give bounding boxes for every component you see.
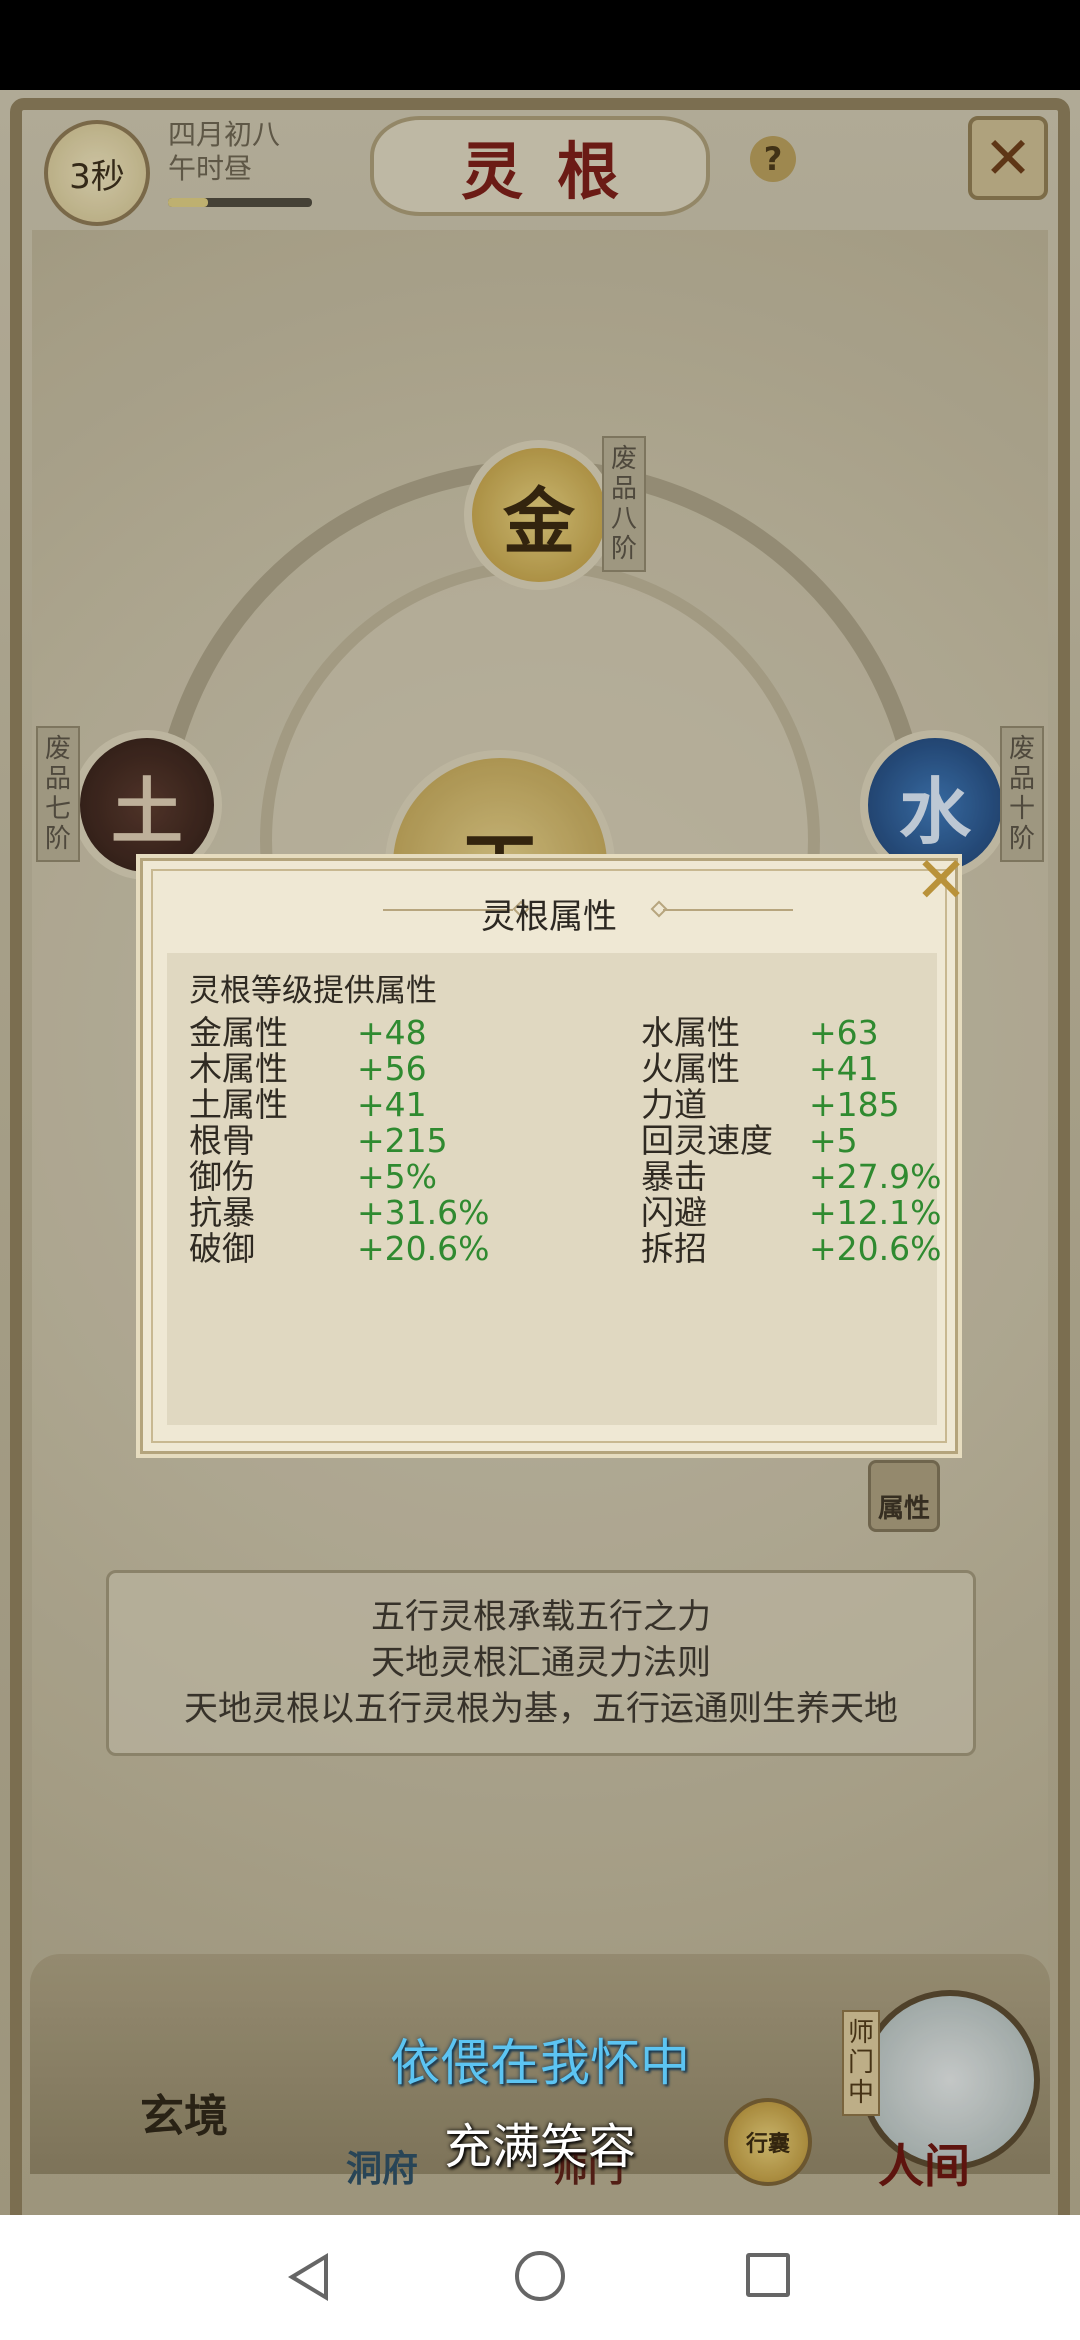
root-attributes-modal: 灵根属性 ✕ 灵根等级提供属性 金属性 +48 木属性 +56 土属性 +41 根骨 +215… <box>140 849 968 1454</box>
modal-close-button[interactable]: ✕ <box>911 849 971 913</box>
stats-heading: 灵根等级提供属性 <box>189 973 437 1009</box>
back-icon[interactable] <box>288 2253 328 2301</box>
stat-row: 破御 +20.6% <box>189 1227 519 1271</box>
close-icon: ✕ <box>914 844 968 918</box>
stat-value: +20.6% <box>357 1229 490 1268</box>
title-ornament-right <box>663 909 793 911</box>
subtitle-line-2: 充满笑容 <box>443 2119 636 2175</box>
stat-label: 破御 <box>189 1229 255 1268</box>
stat-label: 拆招 <box>641 1229 707 1268</box>
status-bar <box>0 0 1080 90</box>
modal-title: 灵根属性 <box>481 897 617 937</box>
stats-panel: 灵根等级提供属性 金属性 +48 木属性 +56 土属性 +41 根骨 +215 御伤 +5% 抗暴… <box>167 953 941 1425</box>
home-icon[interactable] <box>515 2251 565 2301</box>
system-nav-bar <box>0 2215 1080 2340</box>
stat-row: 拆招 +20.6% <box>641 1227 971 1271</box>
stat-value: +20.6% <box>809 1229 942 1268</box>
recent-apps-icon[interactable] <box>746 2253 790 2297</box>
subtitle-line-1: 依偎在我怀中 <box>390 2034 690 2092</box>
